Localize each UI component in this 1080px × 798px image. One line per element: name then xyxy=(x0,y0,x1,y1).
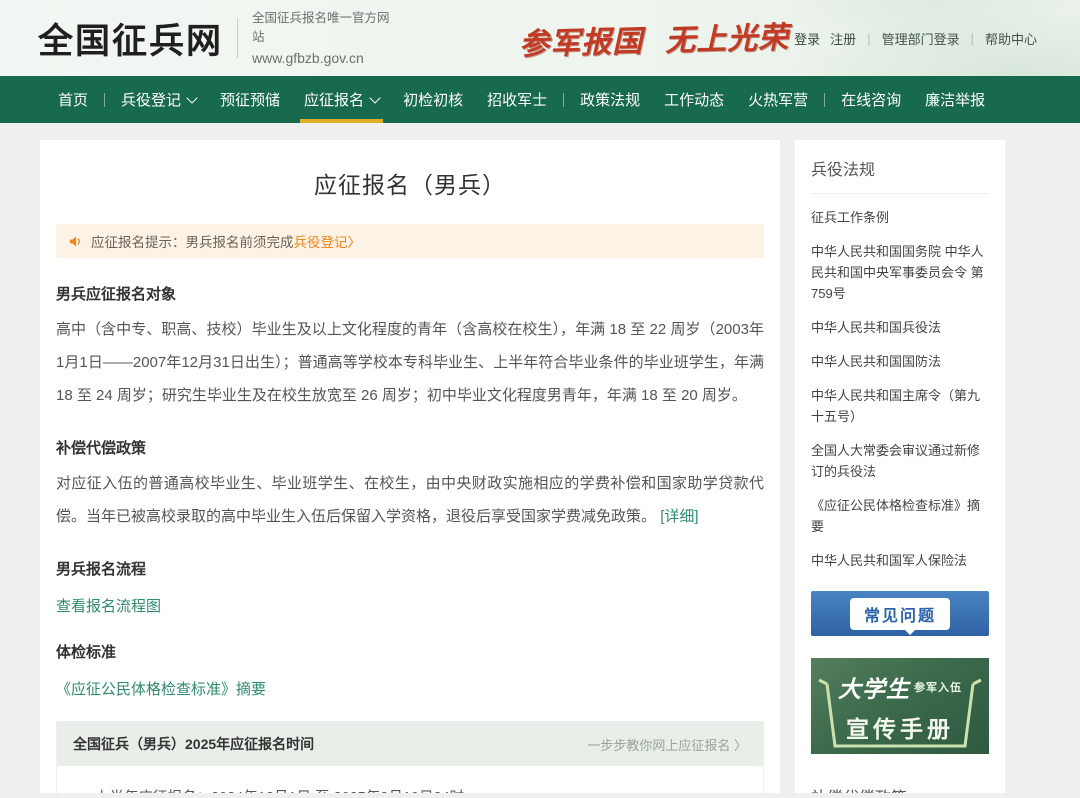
nav-list: 首页 兵役登记 预征预储 应征报名 初检初核 招收军士 政策法规 工作动态 火热… xyxy=(0,76,1080,123)
bingyidengji-link[interactable]: 兵役登记〉 xyxy=(294,231,362,251)
nav-label: 初检初核 xyxy=(403,92,464,109)
law-item[interactable]: 征兵工作条例 xyxy=(811,207,989,228)
section-body-compensation: 对应征入伍的普通高校毕业生、毕业班学生、在校生，由中央财政实施相应的学费补偿和国… xyxy=(56,467,764,533)
handbook-banner-text: 大学生 参军入伍 宣传手册 xyxy=(811,670,989,744)
handbook-banner[interactable]: 大学生 参军入伍 宣传手册 xyxy=(811,658,989,754)
compensation-text: 对应征入伍的普通高校毕业生、毕业班学生、在校生，由中央财政实施相应的学费补偿和国… xyxy=(56,475,764,525)
nav-label: 政策法规 xyxy=(580,92,641,109)
chevron-down-icon xyxy=(369,91,381,104)
main-nav: 首页 兵役登记 预征预储 应征报名 初检初核 招收军士 政策法规 工作动态 火热… xyxy=(0,76,1080,123)
nav-label: 火热军营 xyxy=(748,92,809,109)
detail-link[interactable]: [详细] xyxy=(660,508,698,525)
law-item[interactable]: 全国人大常委会审议通过新修订的兵役法 xyxy=(811,440,989,482)
nav-label: 工作动态 xyxy=(664,92,725,109)
law-item[interactable]: 《应征公民体格检查标准》摘要 xyxy=(811,495,989,537)
time-box-title: 全国征兵（男兵）2025年应征报名时间 xyxy=(73,736,315,752)
law-item[interactable]: 中华人民共和国国防法 xyxy=(811,351,989,372)
sidebar-title-laws: 兵役法规 xyxy=(811,140,989,194)
physical-standard-link[interactable]: 《应征公民体格检查标准》摘要 xyxy=(56,681,266,698)
nav-item-yuzhengyuchu[interactable]: 预征预储 xyxy=(220,76,280,123)
section-heading-compensation: 补偿代偿政策 xyxy=(56,440,147,457)
faq-banner[interactable]: 常见问题 xyxy=(811,591,989,636)
tagline-text: 全国征兵报名唯一官方网站 xyxy=(252,10,390,44)
law-item[interactable]: 中华人民共和国主席令（第九十五号） xyxy=(811,385,989,427)
nav-item-zhengcefagui[interactable]: 政策法规 xyxy=(580,76,640,123)
nav-label: 预征预储 xyxy=(220,92,281,109)
section-heading-process: 男兵报名流程 xyxy=(56,561,147,578)
notice-text: 应征报名提示：男兵报名前须完成 xyxy=(91,235,294,250)
header-links: 登录 注册 | 管理部门登录 | 帮助中心 xyxy=(789,29,1042,48)
law-item[interactable]: 中华人民共和国军人保险法 xyxy=(811,550,989,571)
register-link[interactable]: 注册 xyxy=(830,29,856,48)
handbook-line2: 宣传手册 xyxy=(846,716,954,743)
nav-label: 廉洁举报 xyxy=(925,92,986,109)
nav-divider xyxy=(824,92,826,107)
nav-item-yingzhengbaoming[interactable]: 应征报名 xyxy=(300,76,384,123)
slogan-left: 参军报国 xyxy=(518,24,644,63)
sidebar-title-policy: 补偿代偿政策 xyxy=(811,768,989,793)
handbook-line1-big: 大学生 xyxy=(838,676,910,703)
time-box-header: 全国征兵（男兵）2025年应征报名时间 一步步教你网上应征报名 〉 xyxy=(57,722,763,766)
nav-label: 在线咨询 xyxy=(841,92,902,109)
law-item[interactable]: 中华人民共和国国务院 中华人民共和国中央军事委员会令 第759号 xyxy=(811,241,989,304)
nav-label: 首页 xyxy=(58,92,89,109)
nav-item-chujianchuke[interactable]: 初检初核 xyxy=(403,76,463,123)
help-center-link[interactable]: 帮助中心 xyxy=(985,29,1037,48)
faq-banner-label: 常见问题 xyxy=(849,597,950,635)
section-body-targets: 高中（含中专、职高、技校）毕业生及以上文化程度的青年（含高校在校生），年满 18… xyxy=(56,321,764,404)
process-diagram-link[interactable]: 查看报名流程图 xyxy=(56,598,161,615)
nav-item-zaixianzixun[interactable]: 在线咨询 xyxy=(841,76,901,123)
nav-item-gongzuodongtai[interactable]: 工作动态 xyxy=(664,76,724,123)
site-url: www.gfbzb.gov.cn xyxy=(252,49,364,66)
nav-divider xyxy=(563,92,565,107)
handbook-line1-small: 参军入伍 xyxy=(914,681,962,694)
notice-bar: 应征报名提示：男兵报名前须完成 兵役登记〉 xyxy=(56,224,764,258)
links-divider: | xyxy=(970,30,974,46)
speaker-icon xyxy=(68,234,83,249)
section-heading-physical: 体检标准 xyxy=(56,644,117,661)
nav-label: 兵役登记 xyxy=(121,92,182,109)
section-heading-targets: 男兵应征报名对象 xyxy=(56,286,177,303)
nav-label: 招收军士 xyxy=(487,92,548,109)
login-link[interactable]: 登录 xyxy=(794,29,820,48)
nav-divider xyxy=(104,92,106,107)
slogan-right: 无上光荣 xyxy=(664,20,790,59)
sidebar-card: 兵役法规 征兵工作条例 中华人民共和国国务院 中华人民共和国中央军事委员会令 第… xyxy=(795,140,1005,793)
links-divider: | xyxy=(867,30,871,46)
nav-item-huorejunying[interactable]: 火热军营 xyxy=(748,76,808,123)
nav-item-lianjiejubao[interactable]: 廉洁举报 xyxy=(925,76,985,123)
nav-item-bingyidengji[interactable]: 兵役登记 xyxy=(121,76,198,123)
nav-label: 应征报名 xyxy=(304,92,365,109)
nav-item-zhaoshoujunshi[interactable]: 招收军士 xyxy=(487,76,547,123)
nav-item-home[interactable]: 首页 xyxy=(58,76,88,123)
chevron-down-icon xyxy=(186,91,198,104)
enrollment-time-box: 全国征兵（男兵）2025年应征报名时间 一步步教你网上应征报名 〉 上半年应征报… xyxy=(56,721,764,793)
site-header: 全国征兵网 全国征兵报名唯一官方网站 www.gfbzb.gov.cn 参军报国… xyxy=(0,0,1080,76)
page-title: 应征报名（男兵） xyxy=(314,172,506,198)
time-row-first-half: 上半年应征报名：2024年12月1日 至 2025年2月10日24时 xyxy=(67,770,753,793)
admin-login-link[interactable]: 管理部门登录 xyxy=(882,29,960,48)
online-guide-link[interactable]: 一步步教你网上应征报名 〉 xyxy=(587,735,747,754)
site-logo[interactable]: 全国征兵网 xyxy=(38,13,223,64)
logo-divider xyxy=(237,18,238,58)
site-tagline: 全国征兵报名唯一官方网站 www.gfbzb.gov.cn xyxy=(252,9,399,68)
page: 全国征兵网 全国征兵报名唯一官方网站 www.gfbzb.gov.cn 参军报国… xyxy=(0,0,1080,798)
content-card: 应征报名（男兵） 应征报名提示：男兵报名前须完成 兵役登记〉 男兵应征报名对象 高… xyxy=(40,140,780,793)
time-box-body: 上半年应征报名：2024年12月1日 至 2025年2月10日24时 下半年应征… xyxy=(57,766,763,793)
law-item[interactable]: 中华人民共和国兵役法 xyxy=(811,317,989,338)
slogan-calligraphy: 参军报国 无上光荣 xyxy=(519,12,790,63)
law-list: 征兵工作条例 中华人民共和国国务院 中华人民共和国中央军事委员会令 第759号 … xyxy=(811,207,989,571)
